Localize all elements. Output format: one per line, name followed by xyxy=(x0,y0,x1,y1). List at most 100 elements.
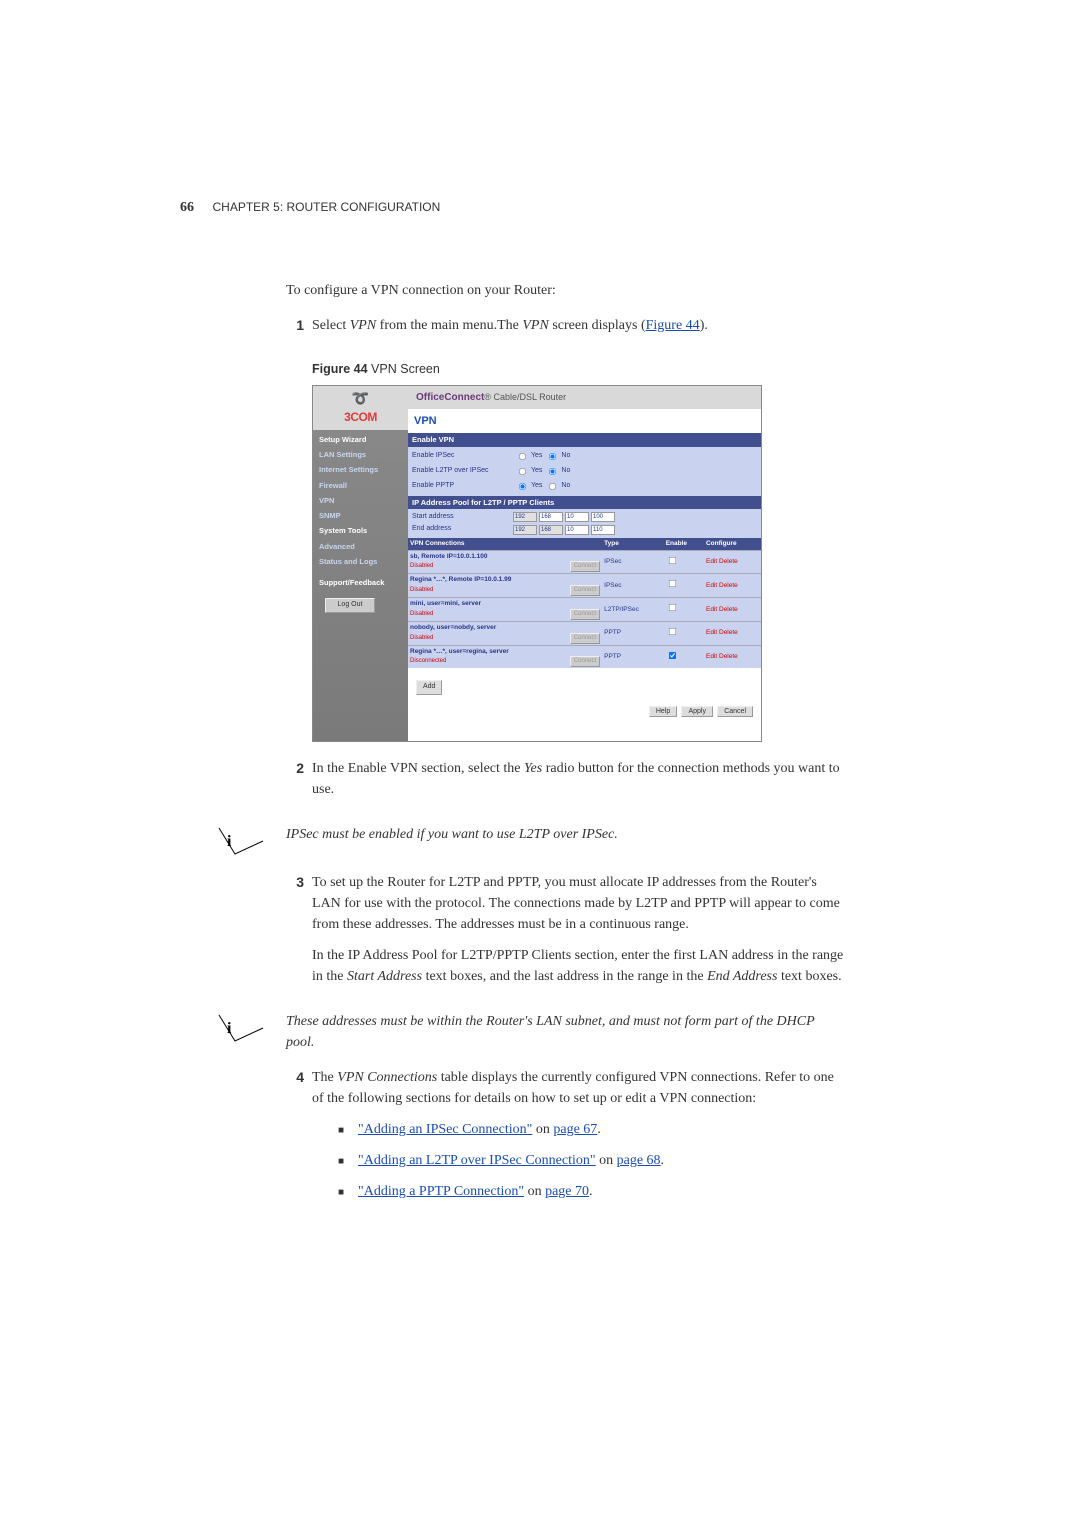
l2tp-no-radio[interactable] xyxy=(549,467,556,474)
connect-button[interactable]: Connect xyxy=(570,561,600,572)
table-row: mini, user=mini, serverDisabled Connect … xyxy=(408,598,761,622)
delete-link[interactable]: Delete xyxy=(719,629,738,636)
pptp-no-radio[interactable] xyxy=(549,482,556,489)
nav-firewall[interactable]: Firewall xyxy=(319,478,402,493)
nav-snmp[interactable]: SNMP xyxy=(319,508,402,523)
running-header: 66 CHAPTER 5: ROUTER CONFIGURATION xyxy=(180,200,440,216)
start-oct1[interactable]: 192 xyxy=(513,512,537,522)
info-icon: i xyxy=(216,824,266,858)
page-link[interactable]: page 67 xyxy=(553,1122,597,1137)
logo: ➰ 3COM xyxy=(313,386,408,430)
note1-text: IPSec must be enabled if you want to use… xyxy=(286,824,846,845)
main-panel: OfficeConnect® Cable/DSL Router VPN Enab… xyxy=(408,386,761,742)
ipsec-no-radio[interactable] xyxy=(549,452,556,459)
step1-text: Select VPN from the main menu.The VPN sc… xyxy=(312,315,846,336)
page-heading: VPN xyxy=(408,409,761,434)
end-oct1[interactable]: 192 xyxy=(513,525,537,535)
connect-button[interactable]: Connect xyxy=(570,656,600,667)
info-note-2: i These addresses must be within the Rou… xyxy=(216,1011,846,1053)
table-row: Regina *…*, user=regina, serverDisconnec… xyxy=(408,645,761,668)
l2tp-yes-radio[interactable] xyxy=(519,467,526,474)
ipsec-yes-radio[interactable] xyxy=(519,452,526,459)
product-title: OfficeConnect® Cable/DSL Router xyxy=(408,386,761,409)
th-enable: Enable xyxy=(664,538,704,550)
bullet-3: ■ "Adding a PPTP Connection" on page 70. xyxy=(338,1181,846,1202)
step2-text: In the Enable VPN section, select the Ye… xyxy=(312,758,846,800)
start-oct4[interactable]: 100 xyxy=(591,512,615,522)
page-number: 66 xyxy=(180,200,194,215)
page-link[interactable]: page 70 xyxy=(545,1184,589,1199)
help-button[interactable]: Help xyxy=(649,706,677,717)
start-oct3[interactable]: 10 xyxy=(565,512,589,522)
figure-link[interactable]: Figure 44 xyxy=(646,318,700,333)
edit-link[interactable]: Edit xyxy=(706,582,717,589)
delete-link[interactable]: Delete xyxy=(719,558,738,565)
step-number: 3 xyxy=(286,872,304,997)
step3-para2: In the IP Address Pool for L2TP/PPTP Cli… xyxy=(312,945,846,987)
intro-text: To configure a VPN connection on your Ro… xyxy=(286,280,846,301)
nav-internet-settings[interactable]: Internet Settings xyxy=(319,462,402,477)
end-oct4[interactable]: 110 xyxy=(591,525,615,535)
step4-text: The VPN Connections table displays the c… xyxy=(312,1067,846,1109)
bullet-icon: ■ xyxy=(338,1123,352,1140)
l2tp-link[interactable]: "Adding an L2TP over IPSec Connection" xyxy=(358,1153,596,1168)
apply-button[interactable]: Apply xyxy=(681,706,713,717)
edit-link[interactable]: Edit xyxy=(706,629,717,636)
delete-link[interactable]: Delete xyxy=(719,653,738,660)
step-4: 4 The VPN Connections table displays the… xyxy=(286,1067,846,1212)
nav-status-logs[interactable]: Status and Logs xyxy=(319,554,402,569)
step-number: 4 xyxy=(286,1067,304,1212)
figure-caption: Figure 44 VPN Screen xyxy=(312,360,846,379)
connect-button[interactable]: Connect xyxy=(570,585,600,596)
nav-advanced[interactable]: Advanced xyxy=(319,539,402,554)
edit-link[interactable]: Edit xyxy=(706,558,717,565)
enable-checkbox[interactable] xyxy=(669,580,676,587)
th-type: Type xyxy=(602,538,664,550)
end-oct2[interactable]: 168 xyxy=(539,525,563,535)
enable-ipsec-label: Enable IPSec xyxy=(412,451,512,462)
bullet-1: ■ "Adding an IPSec Connection" on page 6… xyxy=(338,1119,846,1140)
table-row: nobody, user=nobdy, serverDisabled Conne… xyxy=(408,621,761,645)
table-row: sb, Remote IP=10.0.1.100Disabled Connect… xyxy=(408,550,761,574)
nav-support[interactable]: Support/Feedback xyxy=(319,575,402,590)
pptp-link[interactable]: "Adding a PPTP Connection" xyxy=(358,1184,524,1199)
nav-lan-settings[interactable]: LAN Settings xyxy=(319,447,402,462)
bullet-icon: ■ xyxy=(338,1154,352,1171)
step-number: 1 xyxy=(286,315,304,346)
info-icon: i xyxy=(216,1011,266,1045)
delete-link[interactable]: Delete xyxy=(719,582,738,589)
pptp-yes-radio[interactable] xyxy=(519,482,526,489)
delete-link[interactable]: Delete xyxy=(719,606,738,613)
start-oct2[interactable]: 168 xyxy=(539,512,563,522)
enable-pptp-label: Enable PPTP xyxy=(412,481,512,492)
ip-pool-form: Start address 192 168 10 100 End address… xyxy=(408,509,761,538)
enable-l2tp-label: Enable L2TP over IPSec xyxy=(412,466,512,477)
enable-vpn-form: Enable IPSec Yes No Enable L2TP over IPS… xyxy=(408,447,761,496)
nav-system-tools[interactable]: System Tools xyxy=(319,523,402,538)
enable-checkbox[interactable] xyxy=(669,651,676,658)
page-link[interactable]: page 68 xyxy=(617,1153,661,1168)
vpn-screenshot: ➰ 3COM Setup Wizard LAN Settings Interne… xyxy=(312,385,762,743)
nav-vpn[interactable]: VPN xyxy=(319,493,402,508)
edit-link[interactable]: Edit xyxy=(706,606,717,613)
nav-setup-wizard[interactable]: Setup Wizard xyxy=(319,432,402,447)
info-note-1: i IPSec must be enabled if you want to u… xyxy=(216,824,846,858)
enable-checkbox[interactable] xyxy=(669,556,676,563)
enable-checkbox[interactable] xyxy=(669,628,676,635)
connect-button[interactable]: Connect xyxy=(570,633,600,644)
logout-button[interactable]: Log Out xyxy=(325,598,375,613)
table-row: Regina *…*, Remote IP=10.0.1.99Disabled … xyxy=(408,574,761,598)
end-address-label: End address xyxy=(412,524,512,535)
ipsec-link[interactable]: "Adding an IPSec Connection" xyxy=(358,1122,532,1137)
end-oct3[interactable]: 10 xyxy=(565,525,589,535)
enable-vpn-header: Enable VPN xyxy=(408,433,761,446)
edit-link[interactable]: Edit xyxy=(706,653,717,660)
svg-text:i: i xyxy=(227,1020,232,1037)
connect-button[interactable]: Connect xyxy=(570,609,600,620)
add-button[interactable]: Add xyxy=(416,680,442,695)
chapter-title: CHAPTER 5: ROUTER CONFIGURATION xyxy=(213,200,441,214)
cancel-button[interactable]: Cancel xyxy=(717,706,753,717)
enable-checkbox[interactable] xyxy=(669,604,676,611)
vpn-connections-table: VPN Connections Type Enable Configure sb… xyxy=(408,538,761,669)
note2-text: These addresses must be within the Route… xyxy=(286,1011,846,1053)
